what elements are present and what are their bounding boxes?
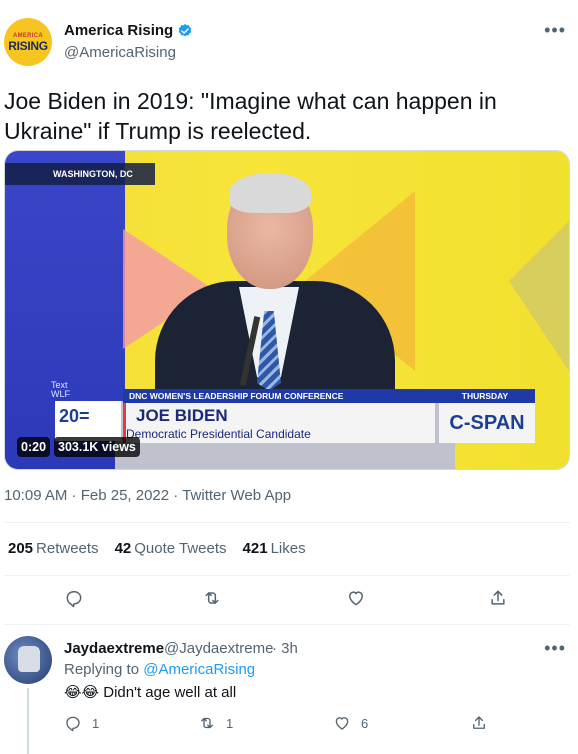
author-avatar[interactable]: AMERICA RISING [4,18,52,66]
reply-avatar[interactable] [4,636,52,684]
reply-author-name[interactable]: Jaydaextreme [64,640,164,657]
reply-text: 😂😂 Didn't age well at all [64,683,236,701]
author-handle[interactable]: @AmericaRising [64,44,176,61]
verified-badge-icon [178,23,192,36]
reply-emoji: 😂😂 [64,684,100,701]
reply-reply-count: 1 [92,715,100,731]
author-name[interactable]: America Rising [64,22,193,39]
reply-text-body: Didn't age well at all [103,684,237,701]
video-duration: 0:20 [17,437,51,457]
thread-line [27,688,29,754]
tweet-action-bar [0,588,578,612]
event-day: THURSDAY [435,389,535,403]
tweet-text: Joe Biden in 2019: "Imagine what can hap… [4,88,497,144]
reply-retweet-action[interactable]: 1 [198,714,233,732]
speaker-title: Democratic Presidential Candidate [126,427,311,441]
replying-to-link[interactable]: @AmericaRising [143,661,255,678]
divider [4,624,570,625]
event-title: DNC WOMEN'S LEADERSHIP FORUM CONFERENCE [123,389,435,403]
reply-like-count: 6 [361,715,369,731]
reply-share-action[interactable] [470,714,488,732]
speaker-nameplate: JOE BIDEN Democratic Presidential Candid… [123,403,435,443]
more-options-icon[interactable]: ••• [544,20,566,41]
retweets-stat[interactable]: 205 Retweets [8,540,99,557]
video-views: 303.1K views [54,437,140,457]
reply-more-options-icon[interactable]: ••• [544,638,566,659]
avatar-text-bottom: RISING [8,38,48,53]
replying-prefix: Replying to [64,661,140,678]
reply-icon [66,716,80,732]
speaker-hair [229,173,311,213]
like-icon[interactable] [346,588,366,608]
quote-tweets-stat[interactable]: 42 Quote Tweets [115,540,227,557]
meta-separator: · [173,487,183,504]
reply-author-handle[interactable]: @Jaydaextreme [164,640,273,657]
divider [4,575,570,576]
tweet-source[interactable]: Twitter Web App [182,487,291,504]
author-name-text: America Rising [64,22,174,39]
reply-retweet-count: 1 [226,715,234,731]
video-player[interactable]: WASHINGTON, DC Text WLF 20= DNC WOMEN'S L… [4,150,570,470]
reply-icon[interactable] [64,588,84,608]
avatar-text-top: AMERICA [12,32,44,39]
like-icon [335,717,349,730]
share-icon[interactable] [488,588,508,608]
backdrop-shape [509,221,569,371]
reply-time[interactable]: · 3h [272,640,298,657]
tweet-meta: 10:09 AM · Feb 25, 2022 · Twitter Web Ap… [4,487,291,504]
retweet-icon [201,717,213,729]
share-icon [473,716,485,729]
tweet-timestamp[interactable]: 10:09 AM · Feb 25, 2022 [4,487,169,504]
video-badges: 0:20 303.1K views [17,437,140,457]
likes-stat[interactable]: 421 Likes [243,540,306,557]
divider [4,522,570,523]
replying-to: Replying to @AmericaRising [64,661,255,678]
video-dateline: WASHINGTON, DC [5,163,155,185]
avatar-figure [18,646,40,672]
network-logo: C-SPAN [439,403,535,443]
speaker-name: JOE BIDEN [136,406,228,425]
reply-reply-action[interactable]: 1 [64,714,99,732]
tweet-stats: 205 Retweets 42 Quote Tweets 421 Likes [8,540,306,557]
reply-like-action[interactable]: 6 [333,714,368,732]
retweet-icon[interactable] [202,588,222,608]
